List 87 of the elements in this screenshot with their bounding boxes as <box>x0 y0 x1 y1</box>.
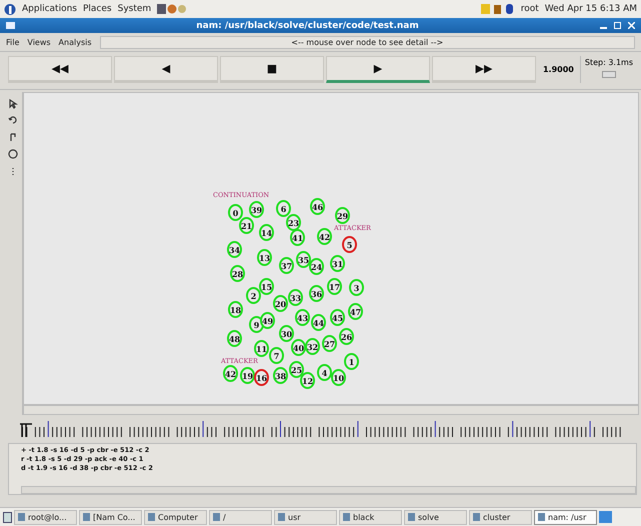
window-title: nam: /usr/black/solve/cluster/code/test.nam <box>195 20 420 30</box>
playback-button[interactable]: ◀ <box>114 56 218 83</box>
network-node[interactable]: 37 <box>279 257 294 274</box>
network-node[interactable]: 23 <box>286 214 301 231</box>
playback-button[interactable]: ■ <box>220 56 324 83</box>
taskbar-button[interactable]: root@lo... <box>14 510 77 524</box>
network-node[interactable]: 46 <box>310 198 325 215</box>
horizontal-scrollbar[interactable] <box>23 405 639 415</box>
taskbar-button[interactable]: nam: /usr <box>534 510 597 524</box>
network-node[interactable]: 47 <box>348 303 363 320</box>
taskbar-button[interactable]: black <box>339 510 402 524</box>
network-node[interactable]: 26 <box>339 328 354 345</box>
network-node[interactable]: 14 <box>259 224 274 241</box>
network-node[interactable]: 21 <box>239 217 254 234</box>
show-desktop-icon[interactable] <box>3 512 12 522</box>
network-node[interactable]: 6 <box>276 200 291 217</box>
playback-button[interactable]: ▶ <box>326 56 430 83</box>
network-node[interactable]: 11 <box>254 340 269 357</box>
foot-logo-icon[interactable] <box>4 2 16 16</box>
network-node[interactable]: 17 <box>327 278 342 295</box>
network-node[interactable]: 2 <box>246 287 261 304</box>
status-message: <-- mouse over node to see detail --> <box>100 36 635 48</box>
log-scrollbar[interactable] <box>21 486 636 494</box>
network-node[interactable]: 41 <box>290 229 305 246</box>
network-node[interactable]: 28 <box>230 265 245 282</box>
playback-button[interactable]: ◀◀ <box>8 56 112 83</box>
network-node[interactable]: 3 <box>349 279 364 296</box>
taskbar-button[interactable]: Computer <box>144 510 207 524</box>
network-node[interactable]: 42 <box>317 228 332 245</box>
network-node[interactable]: 29 <box>335 207 350 224</box>
network-node[interactable]: 39 <box>249 201 264 218</box>
network-node[interactable]: 7 <box>269 347 284 364</box>
network-node[interactable]: 16 <box>254 369 269 386</box>
network-node[interactable]: 45 <box>330 309 345 326</box>
network-node[interactable]: 31 <box>330 255 345 272</box>
step-label: Step: 3.1ms <box>584 58 633 67</box>
panel-menu[interactable]: System <box>118 4 152 14</box>
refresh-icon[interactable] <box>8 115 18 126</box>
network-node[interactable]: 42 <box>223 365 238 382</box>
network-node[interactable]: 34 <box>227 241 242 258</box>
network-node[interactable]: 33 <box>288 289 303 306</box>
network-node[interactable]: 12 <box>300 372 315 389</box>
network-node[interactable]: 25 <box>289 361 304 378</box>
taskbar-button[interactable]: cluster <box>469 510 532 524</box>
maximize-icon[interactable] <box>614 22 621 29</box>
network-node[interactable]: 40 <box>291 339 306 356</box>
playback-button[interactable]: ▶▶ <box>432 56 536 83</box>
panel-menu[interactable]: Applications <box>22 4 77 14</box>
network-node[interactable]: 44 <box>311 314 326 331</box>
panel-menu[interactable]: Places <box>82 4 112 14</box>
network-node[interactable]: 35 <box>296 251 311 268</box>
network-node[interactable]: 43 <box>295 309 310 326</box>
network-node[interactable]: 4 <box>317 364 332 381</box>
time-readout: 1.9000 <box>542 65 575 74</box>
network-node[interactable]: 38 <box>273 367 288 384</box>
taskbar-button[interactable]: [Nam Co... <box>79 510 142 524</box>
network-node[interactable]: 30 <box>279 325 294 342</box>
network-node[interactable]: 15 <box>259 278 274 295</box>
panel-clock: Wed Apr 15 6:13 AM <box>544 4 637 14</box>
tray-icons[interactable] <box>480 3 515 15</box>
taskbar-button[interactable]: usr <box>274 510 337 524</box>
menu-item[interactable]: Views <box>27 38 51 46</box>
network-node[interactable]: 10 <box>331 369 346 386</box>
hook-icon[interactable] <box>8 132 18 143</box>
network-node[interactable]: 48 <box>227 330 242 347</box>
menu-item[interactable]: File <box>6 38 20 46</box>
cursor-icon[interactable] <box>8 98 18 109</box>
workspace-switcher[interactable] <box>599 511 612 523</box>
network-node[interactable]: 20 <box>273 295 288 312</box>
network-node[interactable]: 5 <box>342 236 357 253</box>
network-node[interactable]: 13 <box>257 249 272 266</box>
network-node[interactable]: 24 <box>309 258 324 275</box>
menu-item[interactable]: Analysis <box>58 38 92 46</box>
network-node[interactable]: 27 <box>322 335 337 352</box>
launcher-icons[interactable] <box>157 3 188 15</box>
network-node[interactable]: 36 <box>309 285 324 302</box>
network-node[interactable]: 1 <box>344 353 359 370</box>
taskbar-button[interactable]: / <box>209 510 272 524</box>
network-node[interactable]: 19 <box>240 367 255 384</box>
network-node[interactable]: 32 <box>305 338 320 355</box>
step-slider-handle[interactable] <box>602 71 616 78</box>
network-node[interactable]: 0 <box>228 204 243 221</box>
network-node[interactable]: 49 <box>260 312 275 329</box>
taskbar-button[interactable]: solve <box>404 510 467 524</box>
network-node[interactable]: 18 <box>228 301 243 318</box>
user-name: root <box>520 4 539 14</box>
close-icon[interactable] <box>628 22 635 29</box>
